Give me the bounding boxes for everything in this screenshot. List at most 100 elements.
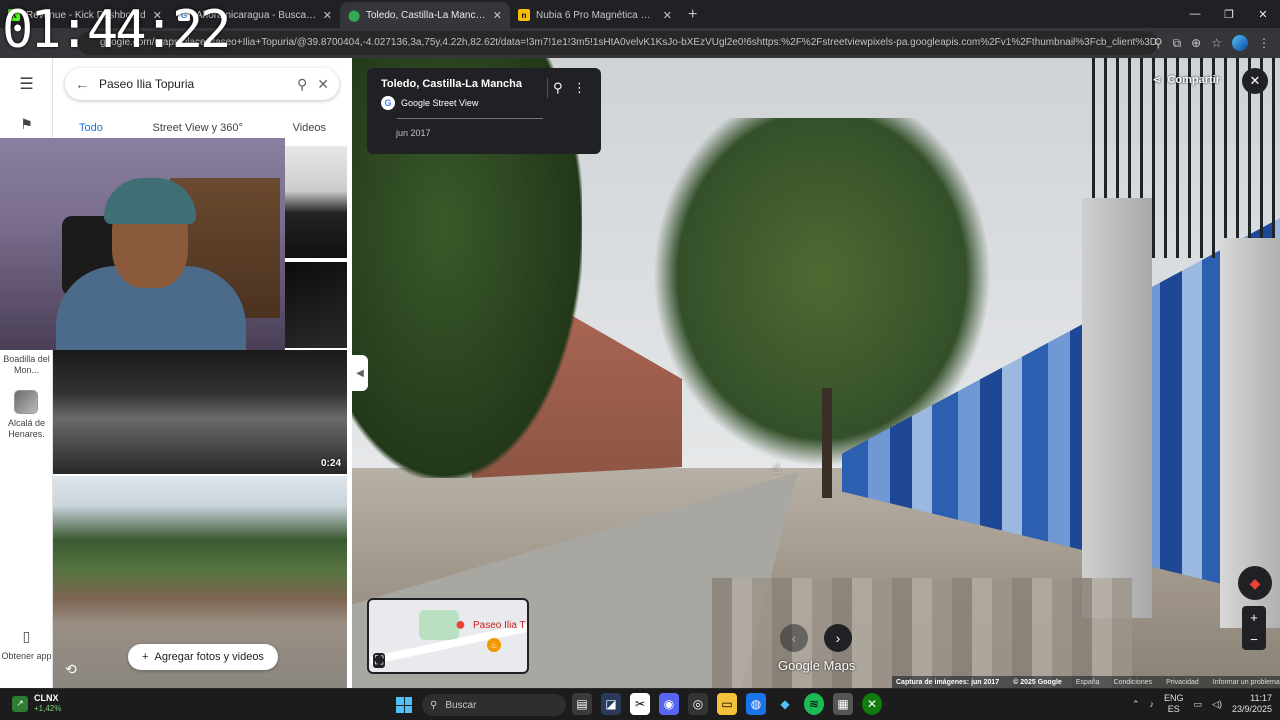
search-icon[interactable]: ⚲ [297, 76, 307, 93]
mini-map[interactable]: ● Paseo Ilia T ♨ ⛶ [367, 598, 529, 674]
close-tab-icon[interactable]: ✕ [663, 9, 672, 22]
restore-icon[interactable]: ❐ [1212, 0, 1246, 28]
network-icon[interactable]: ▭ [1194, 699, 1203, 710]
xbox-icon[interactable]: ✕ [862, 693, 882, 715]
tab-title: Nubia 6 Pro Magnética Enfriador [536, 9, 657, 21]
microphone-icon[interactable]: ♪ [1150, 699, 1155, 709]
taskbar-search[interactable]: ⚲ Buscar [422, 694, 566, 716]
more-options-icon[interactable]: ⋮ [573, 80, 586, 96]
close-tab-icon[interactable]: ✕ [493, 9, 502, 22]
profile-avatar[interactable] [1232, 35, 1248, 51]
expand-icon[interactable]: ⛶ [373, 653, 386, 668]
maps-icon: ⬤ [347, 9, 361, 22]
search-box[interactable]: ← Paseo Ilia Topuria ⚲ ✕ [65, 68, 339, 100]
previous-arrow-button[interactable]: ‹ [780, 624, 808, 652]
window-controls: — ❐ ✕ [1178, 0, 1280, 28]
source-row: G Google Street View [381, 96, 587, 110]
country-link[interactable]: España [1076, 679, 1100, 686]
windows-start-icon[interactable] [396, 697, 412, 713]
zoom-in-button[interactable]: + [1250, 610, 1258, 625]
install-app-icon[interactable]: ⧉ [1173, 36, 1182, 51]
url-field[interactable]: google.com/maps/place/Paseo+Ilia+Topuria… [78, 31, 1158, 55]
stock-chart-icon: ↗ [12, 695, 28, 712]
menu-icon[interactable]: ☰ [0, 74, 53, 94]
source-label: Google Street View [401, 98, 479, 108]
system-tray: ⌃ ♪ ENG ES ▭ ◁) 11:17 23/9/2025 [1132, 693, 1272, 715]
next-arrow-button[interactable]: › [824, 624, 852, 652]
privacy-link[interactable]: Privacidad [1166, 679, 1199, 686]
zoom-icon[interactable]: ⊕ [1191, 36, 1201, 50]
capcut-icon[interactable]: ✂ [630, 693, 650, 715]
recent-place-boadilla[interactable]: Boadilla del Mon... [0, 354, 53, 376]
report-problem-link[interactable]: Informar un problema [1213, 679, 1280, 686]
language-primary: ENG [1164, 693, 1184, 703]
video-thumbnail[interactable]: 0:24 [53, 350, 347, 474]
file-explorer-icon[interactable]: ▭ [717, 693, 737, 715]
photo-thumbnail[interactable] [285, 146, 347, 258]
minimize-icon[interactable]: — [1178, 0, 1212, 28]
volume-icon[interactable]: ◁) [1212, 699, 1222, 710]
location-icon[interactable]: ⚲ [1154, 36, 1163, 50]
phone-icon[interactable]: ▯ [0, 628, 53, 645]
scene-tree-trunk [822, 388, 832, 498]
chevron-up-icon[interactable]: ⌃ [1132, 699, 1140, 710]
clock-date: 23/9/2025 [1231, 704, 1272, 714]
map-pin-icon: ● [455, 614, 466, 634]
scene-pixelated-area [712, 578, 1132, 688]
store-icon[interactable]: ▤ [572, 693, 592, 715]
plus-icon: + [142, 651, 149, 663]
close-street-view-button[interactable]: ✕ [1242, 68, 1268, 94]
street-photo-thumbnail[interactable]: ⟲ + Agregar fotos y videos [53, 476, 347, 688]
discord-icon[interactable]: ◉ [659, 693, 679, 715]
collapse-panel-button[interactable]: ◀ [352, 355, 368, 391]
obs-icon[interactable]: ◎ [688, 693, 708, 715]
street-view-info-card: Toledo, Castilla-La Mancha G Google Stre… [367, 68, 601, 154]
share-button[interactable]: ⋖ Compartir [1152, 73, 1220, 87]
tab-google-maps[interactable]: ⬤ Toledo, Castilla-La Mancha - Google Ma… [340, 2, 510, 28]
close-window-icon[interactable]: ✕ [1246, 0, 1280, 28]
language-secondary: ES [1167, 704, 1180, 714]
spotify-icon[interactable]: ≋ [804, 693, 824, 715]
taskbar-apps: ▤ ◪ ✂ ◉ ◎ ▭ ◍ ◆ ≋ ▦ ✕ [572, 693, 882, 715]
editor-icon[interactable]: ◪ [601, 693, 621, 715]
map-footer: Captura de imágenes: jun 2017 © 2025 Goo… [892, 676, 1280, 688]
language-indicator[interactable]: ENG ES [1164, 693, 1184, 715]
add-photos-button[interactable]: + Agregar fotos y videos [128, 644, 278, 670]
page-icon: n [518, 9, 530, 21]
zoom-out-button[interactable]: − [1250, 632, 1258, 647]
bookmark-star-icon[interactable]: ☆ [1211, 36, 1222, 50]
clear-search-icon[interactable]: ✕ [317, 76, 329, 93]
search-input[interactable]: Paseo Ilia Topuria [99, 77, 287, 91]
terms-link[interactable]: Condiciones [1114, 679, 1153, 686]
photo-thumbnail[interactable] [285, 262, 347, 348]
app-diamond-icon[interactable]: ◆ [775, 693, 795, 715]
stock-widget[interactable]: ↗ CLNX +1,42% [12, 693, 61, 714]
chrome-icon[interactable]: ◍ [746, 693, 766, 715]
new-tab-button[interactable]: + [680, 2, 705, 28]
tab-videos[interactable]: Videos [293, 122, 326, 144]
mini-map-park [419, 610, 459, 640]
saved-bookmark-icon[interactable]: ⚑ [0, 116, 53, 133]
recent-place-alcala[interactable]: Alcalá de Henares. [0, 418, 53, 440]
capture-credit: Captura de imágenes: jun 2017 [896, 678, 1000, 686]
system-clock[interactable]: 11:17 23/9/2025 [1232, 693, 1272, 715]
share-icon: ⋖ [1152, 74, 1162, 86]
stream-timer: 01:44:22 [2, 0, 231, 60]
street-view-canvas[interactable]: ☝ Toledo, Castilla-La Mancha G Google St… [352, 58, 1280, 688]
google-maps-logo: Google Maps [778, 658, 856, 673]
clock-time: 11:17 [1250, 693, 1272, 703]
close-tab-icon[interactable]: ✕ [323, 9, 332, 22]
add-photos-label: Agregar fotos y videos [154, 651, 264, 663]
get-app-link[interactable]: Obtener app [0, 651, 53, 662]
capture-date[interactable]: jun 2017 [396, 128, 431, 138]
recent-place-thumbnail[interactable] [14, 390, 38, 414]
divider [397, 118, 543, 119]
back-arrow-icon[interactable]: ← [75, 76, 89, 92]
pin-icon[interactable]: ⚲ [553, 80, 563, 96]
tab-nubia-product[interactable]: n Nubia 6 Pro Magnética Enfriador ✕ [510, 2, 680, 28]
tab-title: Toledo, Castilla-La Mancha - Google Maps [366, 9, 487, 21]
share-label: Compartir [1167, 73, 1220, 86]
browser-menu-icon[interactable]: ⋮ [1258, 36, 1270, 50]
calculator-icon[interactable]: ▦ [833, 693, 853, 715]
compass-icon[interactable]: ◆ [1238, 566, 1272, 600]
